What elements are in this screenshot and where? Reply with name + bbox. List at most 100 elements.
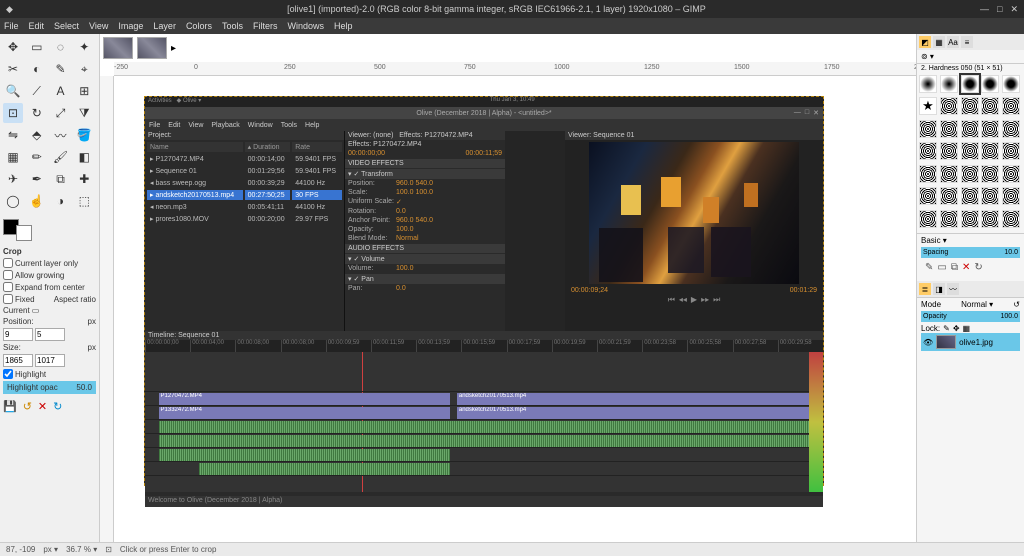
tab-history-icon[interactable]: ≡ [961, 36, 973, 48]
dup-brush-icon[interactable]: ⧉ [951, 262, 958, 273]
tool-heal[interactable]: ✚ [74, 169, 94, 189]
visibility-icon[interactable]: 👁 [923, 338, 933, 347]
brush-item[interactable] [919, 97, 937, 115]
table-row[interactable]: ▸ Sequence 0100:01:29;5659.9401 FPS [147, 166, 342, 176]
tab-fonts-icon[interactable]: Aa [947, 36, 959, 48]
project-table[interactable]: Name▴ DurationRate ▸ P1270472.MP400:00:1… [145, 140, 344, 226]
preset-select[interactable]: Basic ▾ [921, 236, 1020, 245]
menu-windows[interactable]: Windows [287, 21, 324, 31]
fx-transform[interactable]: ▾ ✓ Transform [345, 169, 505, 179]
mode-reset-icon[interactable]: ↺ [1013, 300, 1020, 309]
tool-pencil[interactable]: ✏ [27, 147, 47, 167]
tool-rect-select[interactable]: ▭ [27, 37, 47, 57]
tool-dodge[interactable]: ◑ [51, 191, 71, 211]
brush-item[interactable] [981, 142, 999, 160]
play-icon[interactable]: ▶ [691, 295, 697, 305]
opt-allow-growing[interactable] [3, 270, 13, 280]
brush-item[interactable] [961, 187, 979, 205]
tool-bucket[interactable]: 🪣 [74, 125, 94, 145]
lock-alpha-icon[interactable]: ▦ [963, 324, 971, 333]
tool-free-select[interactable]: ◌ [51, 37, 71, 57]
olive-menu-window[interactable]: Window [248, 122, 273, 129]
tab-menu-icon[interactable]: ▸ [171, 43, 176, 54]
tool-clone[interactable]: ⧉ [51, 169, 71, 189]
clip-audio[interactable] [199, 463, 450, 475]
olive-max-icon[interactable]: □ [805, 109, 809, 117]
tool-flip[interactable]: ⇋ [3, 125, 23, 145]
tool-eraser[interactable]: ◧ [74, 147, 94, 167]
brush-item[interactable] [961, 97, 979, 115]
olive-menu-playback[interactable]: Playback [211, 122, 239, 129]
brush-item[interactable] [961, 75, 979, 93]
timeline-tracks[interactable]: P1270472.MP4 andsketch20170513.mp4 P13324… [145, 352, 823, 492]
table-row[interactable]: ◂ bass sweep.ogg00:00:39;2944100 Hz [147, 178, 342, 188]
clip-audio[interactable] [159, 435, 810, 447]
menu-filters[interactable]: Filters [253, 21, 278, 31]
minimize-button[interactable]: — [980, 4, 989, 15]
menu-tools[interactable]: Tools [222, 21, 243, 31]
prev-frame-icon[interactable]: ◂◂ [679, 295, 687, 305]
highlight-opacity[interactable]: Highlight opac 50.0 [3, 381, 96, 394]
delete-icon[interactable]: ✕ [38, 400, 47, 413]
fx-volume[interactable]: ▾ ✓ Volume [345, 254, 505, 264]
tool-move[interactable]: ✥ [3, 37, 23, 57]
menu-select[interactable]: Select [54, 21, 79, 31]
ruler-horizontal[interactable]: -250 0 250 500 750 1000 1250 1500 1750 2… [114, 62, 916, 76]
spacing-slider[interactable]: Spacing10.0 [921, 247, 1020, 258]
tool-airbrush[interactable]: ✈ [3, 169, 23, 189]
zoom-select[interactable]: 36.7 % ▾ [66, 545, 97, 554]
unit-select[interactable]: px ▾ [43, 545, 58, 554]
brush-item[interactable] [940, 210, 958, 228]
clip-video[interactable]: andsketch20170513.mp4 [457, 407, 810, 419]
tab-paths-icon[interactable]: 〰 [947, 283, 959, 295]
brush-item[interactable] [1002, 120, 1020, 138]
olive-menu-view[interactable]: View [188, 122, 203, 129]
brush-item[interactable] [919, 142, 937, 160]
brush-item[interactable] [981, 97, 999, 115]
olive-menu-tools[interactable]: Tools [281, 122, 297, 129]
clip-video[interactable]: P1270472.MP4 [159, 393, 451, 405]
olive-menu-edit[interactable]: Edit [168, 122, 180, 129]
brush-item[interactable] [919, 120, 937, 138]
lock-pixels-icon[interactable]: ✎ [943, 324, 950, 333]
tool-scissors[interactable]: ✂ [3, 59, 23, 79]
tool-cage[interactable]: ⬚ [74, 191, 94, 211]
reset-icon[interactable]: ↺ [23, 400, 32, 413]
video-preview[interactable] [589, 142, 799, 284]
brush-item[interactable] [940, 97, 958, 115]
clip-video[interactable]: P1332472.MP4 [159, 407, 451, 419]
goto-end-icon[interactable]: ⏭ [713, 295, 720, 305]
brush-item[interactable] [961, 210, 979, 228]
tool-fuzzy-select[interactable]: ✦ [74, 37, 94, 57]
refresh-brush-icon[interactable]: ↻ [974, 262, 982, 273]
table-row[interactable]: ▸ prores1080.MOV00:00:20;0029.97 FPS [147, 214, 342, 224]
canvas[interactable]: Activities ◆ Olive ▾ Thu Jan 3, 10:49 Ol… [114, 76, 916, 542]
maximize-button[interactable]: □ [997, 4, 1002, 15]
new-brush-icon[interactable]: ▭ [937, 262, 946, 273]
pos-y[interactable] [35, 328, 65, 341]
olive-close-icon[interactable]: ✕ [813, 109, 819, 117]
layer-opacity-slider[interactable]: Opacity100.0 [921, 311, 1020, 322]
brush-item[interactable] [981, 75, 999, 93]
fx-video-section[interactable]: VIDEO EFFECTS [345, 159, 505, 168]
save-preset-icon[interactable]: 💾 [3, 400, 17, 413]
goto-start-icon[interactable]: ⏮ [668, 295, 675, 305]
opt-current-layer[interactable] [3, 258, 13, 268]
menu-view[interactable]: View [89, 21, 108, 31]
opt-fixed[interactable] [3, 294, 13, 304]
brush-item[interactable] [940, 142, 958, 160]
olive-menu-file[interactable]: File [149, 122, 160, 129]
brush-item[interactable] [1002, 165, 1020, 183]
menu-edit[interactable]: Edit [29, 21, 45, 31]
brush-item[interactable] [940, 165, 958, 183]
size-w[interactable] [3, 354, 33, 367]
brush-item[interactable] [919, 187, 937, 205]
menu-file[interactable]: File [4, 21, 19, 31]
brush-item[interactable] [981, 120, 999, 138]
brush-item[interactable] [940, 75, 958, 93]
brush-item[interactable] [981, 165, 999, 183]
image-tab-1[interactable] [103, 37, 133, 59]
brush-item[interactable] [981, 210, 999, 228]
tool-shear[interactable]: ⧩ [74, 103, 94, 123]
opt-expand-center[interactable] [3, 282, 13, 292]
